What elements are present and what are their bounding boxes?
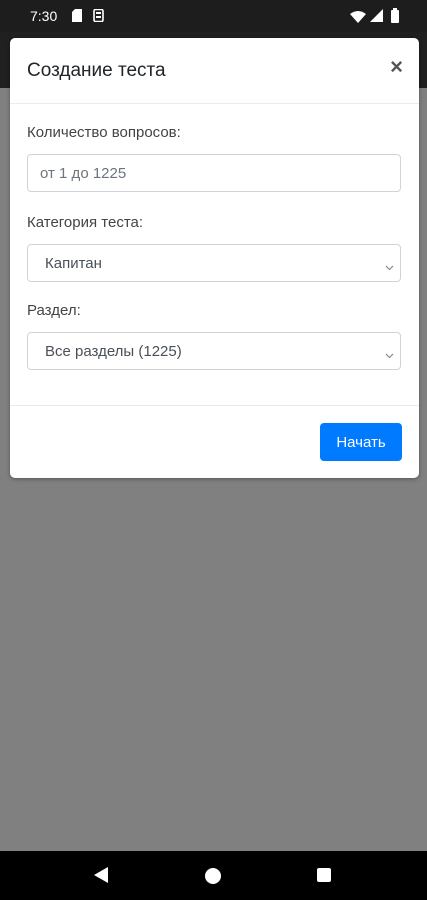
section-label: Раздел: [27,302,81,319]
status-time: 7:30 [30,8,58,24]
navigation-bar [0,851,427,900]
status-bar: 7:30 [0,0,427,32]
back-icon[interactable] [94,867,108,888]
chevron-down-icon [385,258,394,275]
dialog-header: Создание теста × [10,38,419,104]
question-count-input[interactable] [27,154,401,192]
battery-icon [391,8,399,28]
sim-card-icon [72,9,82,27]
signal-icon [370,9,383,27]
recents-icon[interactable] [317,868,331,882]
dialog-footer-divider [10,405,419,406]
section-select[interactable]: Все разделы (1225) [27,332,401,370]
home-icon[interactable] [205,868,221,884]
close-icon[interactable]: × [390,56,403,78]
wifi-icon [350,10,366,28]
category-select[interactable]: Капитан [27,244,401,282]
chevron-down-icon [385,346,394,363]
storage-icon [93,8,104,27]
create-test-dialog: Создание теста × Количество вопросов: Ка… [10,38,419,478]
dialog-title: Создание теста [27,60,166,81]
start-button[interactable]: Начать [320,423,402,461]
category-select-value: Капитан [45,255,102,272]
section-select-value: Все разделы (1225) [45,343,182,360]
question-count-label: Количество вопросов: [27,124,181,141]
category-label: Категория теста: [27,214,144,231]
